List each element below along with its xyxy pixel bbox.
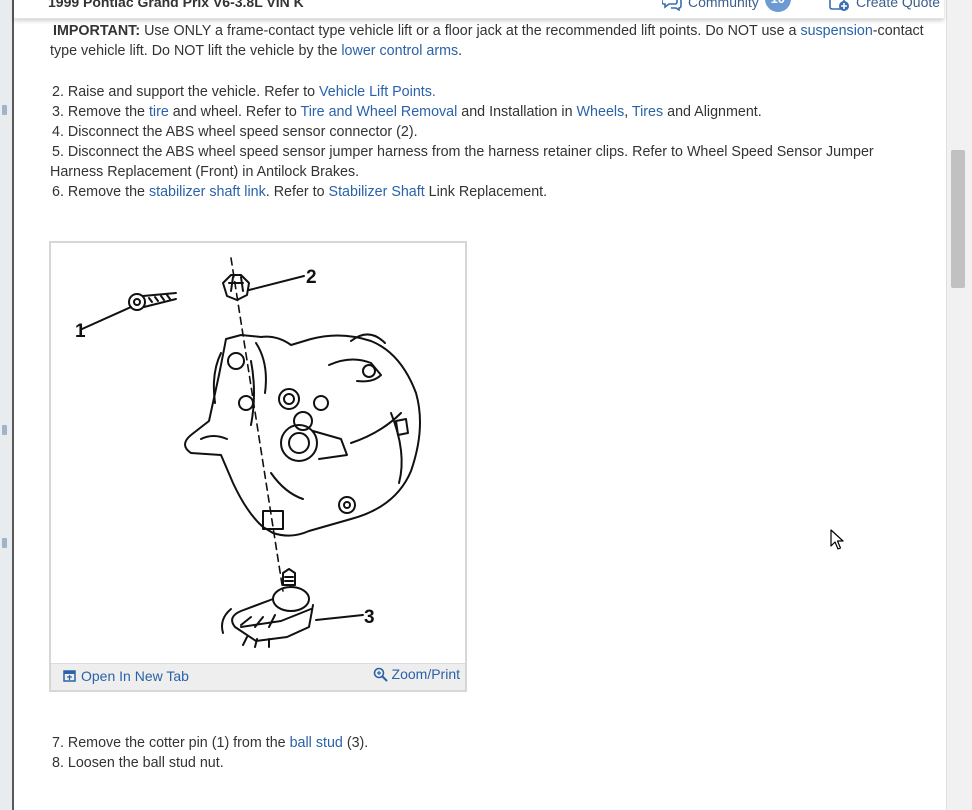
- edge-mark: [2, 538, 7, 548]
- link-stabilizer-shaft-link[interactable]: stabilizer shaft link: [149, 184, 266, 200]
- important-label: IMPORTANT:: [53, 23, 141, 39]
- link-wheels[interactable]: Wheels: [577, 104, 625, 120]
- link-stabilizer-shaft[interactable]: Stabilizer Shaft: [329, 184, 425, 200]
- callout-3: 3: [364, 607, 375, 628]
- step-text: 5. Disconnect the ABS wheel speed sensor…: [50, 144, 874, 180]
- step-text: 7. Remove the cotter pin (1) from the: [52, 735, 290, 751]
- mouse-pointer-icon: [830, 529, 844, 550]
- link-tires[interactable]: Tires: [632, 104, 663, 120]
- step-text: 8. Loosen the ball stud nut.: [52, 755, 224, 771]
- new-tab-icon: [63, 670, 76, 682]
- callout-leader-1: [81, 306, 132, 330]
- step-text: and Installation in: [457, 104, 577, 120]
- step-7: 7. Remove the cotter pin (1) from the ba…: [52, 733, 932, 753]
- sticky-header: 1999 Pontiac Grand Prix V6-3.8L VIN K Co…: [14, 0, 944, 19]
- important-note: IMPORTANT: Use ONLY a frame-contact type…: [50, 21, 930, 61]
- important-text: .: [458, 43, 463, 59]
- zoom-print-label: Zoom/Print: [391, 666, 460, 682]
- link-ball-stud[interactable]: ball stud: [290, 735, 343, 751]
- chat-bubbles-icon: [662, 0, 682, 11]
- quote-add-icon: [829, 0, 849, 11]
- link-suspension[interactable]: suspension: [800, 23, 872, 39]
- step-text: 3. Remove the: [52, 104, 149, 120]
- alignment-centerline: [230, 257, 284, 592]
- callout-leader-3: [315, 614, 364, 621]
- step-8: 8. Loosen the ball stud nut.: [52, 753, 932, 773]
- step-6: 6. Remove the stabilizer shaft link. Ref…: [52, 182, 932, 202]
- step-2: 2. Raise and support the vehicle. Refer …: [52, 82, 932, 102]
- community-label: Community: [688, 0, 759, 10]
- step-text: and Alignment.: [663, 104, 762, 120]
- step-text: 6. Remove the: [52, 184, 149, 200]
- step-text: . Refer to: [265, 184, 329, 200]
- link-tire-wheel-removal[interactable]: Tire and Wheel Removal: [301, 104, 458, 120]
- create-quote-label: Create Quote: [856, 0, 941, 10]
- link-tire[interactable]: tire: [149, 104, 169, 120]
- steering-knuckle-part: [184, 333, 421, 537]
- step-text: .: [431, 84, 436, 100]
- edge-mark: [2, 105, 7, 115]
- step-text: and wheel. Refer to: [168, 104, 301, 120]
- edge-mark: [2, 425, 7, 435]
- ball-stud-part: [221, 568, 314, 648]
- open-in-new-tab-label: Open In New Tab: [81, 668, 189, 684]
- step-text: 2. Raise and support the vehicle. Refer …: [52, 84, 320, 100]
- community-count-badge: 10: [764, 0, 791, 12]
- vehicle-title: 1999 Pontiac Grand Prix V6-3.8L VIN K: [48, 0, 304, 10]
- create-quote-button[interactable]: Create Quote: [828, 0, 940, 12]
- important-text: Use ONLY a frame-contact type vehicle li…: [140, 23, 801, 39]
- scrollbar-thumb[interactable]: [951, 150, 965, 288]
- community-button[interactable]: Community 10: [662, 0, 791, 12]
- steering-knuckle-diagram[interactable]: 1 2 3: [51, 243, 465, 664]
- zoom-icon: [373, 667, 388, 682]
- step-text: (3).: [342, 735, 369, 751]
- vertical-scrollbar[interactable]: [946, 0, 972, 810]
- cotter-pin-part: [128, 292, 177, 311]
- step-5: 5. Disconnect the ABS wheel speed sensor…: [50, 142, 930, 182]
- step-text: Link Replacement.: [424, 184, 548, 200]
- step-3: 3. Remove the tire and wheel. Refer to T…: [52, 102, 932, 122]
- callout-1: 1: [75, 321, 86, 342]
- figure-toolbar: Open In New Tab Zoom/Print: [51, 663, 465, 690]
- link-vehicle-lift-points[interactable]: Vehicle Lift Points: [319, 84, 432, 100]
- callout-2: 2: [306, 267, 317, 288]
- step-4: 4. Disconnect the ABS wheel speed sensor…: [52, 122, 932, 142]
- knuckle-diagram-figure: 1 2 3 Open In New Tab Zoom/Print: [49, 241, 467, 692]
- callout-leader-2: [248, 275, 305, 291]
- step-text: ,: [624, 104, 632, 120]
- step-text: 4. Disconnect the ABS wheel speed sensor…: [52, 124, 418, 140]
- zoom-print-button[interactable]: Zoom/Print: [373, 666, 460, 682]
- left-window-edge: [0, 0, 14, 810]
- open-in-new-tab-button[interactable]: Open In New Tab: [63, 668, 189, 684]
- link-lower-control-arms[interactable]: lower control arms: [341, 43, 458, 59]
